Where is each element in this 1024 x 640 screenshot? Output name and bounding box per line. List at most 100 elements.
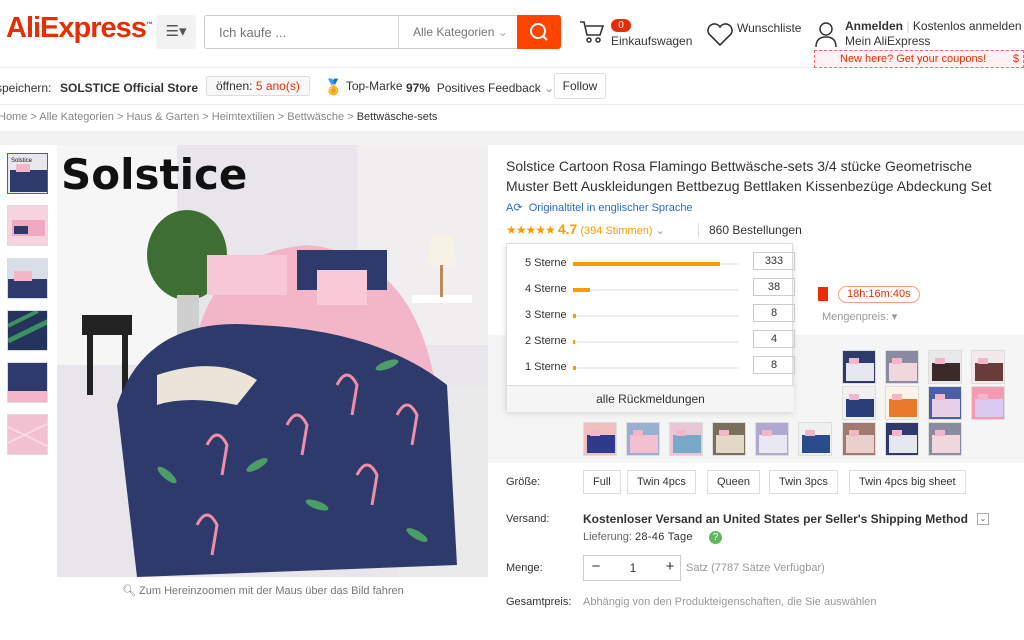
rating-row-5[interactable]: 5 Sterne 333 [507,251,795,277]
translate-icon: A⟳ [506,202,523,214]
star-rating-icon: ★★★★★ [506,223,556,237]
original-title-link[interactable]: A⟳ Originaltitel in englischer Sprache [506,201,693,214]
size-option-full[interactable]: Full [583,470,621,494]
wishlist-link[interactable]: Wunschliste [737,21,801,35]
color-swatch[interactable] [885,422,919,456]
breadcrumb-item-all-categories[interactable]: Alle Kategorien [39,111,114,123]
countdown-timer: 18h:16m:40s [838,286,920,303]
user-icon[interactable] [814,20,838,48]
rating-bar [573,314,739,318]
bulk-price-dropdown[interactable]: Mengenpreis: ▾ [822,310,897,323]
color-swatch[interactable] [712,422,746,456]
search-button[interactable] [517,15,561,49]
brand-watermark: Solstice [61,150,247,199]
color-swatch[interactable] [842,386,876,420]
rating-row-4[interactable]: 4 Sterne 38 [507,277,795,303]
color-swatch[interactable] [842,422,876,456]
rating-bar-fill [573,366,576,370]
thumbnail-5[interactable] [7,362,48,403]
breadcrumb-item-textiles[interactable]: Heimtextilien [212,111,275,123]
heart-icon[interactable] [706,22,734,48]
shipping-label: Versand: [506,513,550,525]
color-swatch[interactable] [971,386,1005,420]
promo-tag-icon [818,287,828,301]
rating-bar [573,288,739,292]
breadcrumb-item-home-garden[interactable]: Haus & Garten [126,111,199,123]
search-box: Alle Kategorien ⌄ [204,15,518,49]
quantity-increase-button[interactable]: + [658,556,682,580]
rating-bar [573,366,739,370]
color-swatch[interactable] [626,422,660,456]
rating-row-label: 1 Sterne [525,361,567,373]
rating-bar-fill [573,288,590,292]
rating-row-count: 4 [753,330,795,348]
rating-bar-fill [573,314,576,318]
chevron-down-icon[interactable]: ⌄ [977,513,989,525]
store-name-link[interactable]: SOLSTICE Official Store [60,81,198,95]
quantity-decrease-button[interactable]: − [584,556,608,580]
color-swatch[interactable] [928,422,962,456]
size-label: Größe: [506,476,541,488]
size-option-twin-4pcs[interactable]: Twin 4pcs [627,470,696,494]
shipping-method-link[interactable]: Kostenloser Versand an United States per… [583,512,968,526]
my-aliexpress-link[interactable]: Mein AliExpress [845,34,930,48]
size-option-twin-4pcs-big-sheet[interactable]: Twin 4pcs big sheet [849,470,966,494]
all-reviews-link[interactable]: alle Rückmeldungen [507,385,794,412]
thumbnail-6[interactable] [7,414,48,455]
color-swatch[interactable] [971,350,1005,384]
medal-icon: 🏅 [324,79,343,96]
rating-row-3[interactable]: 3 Sterne 8 [507,303,795,329]
cart-link[interactable]: Einkaufswagen [611,34,692,48]
rating-breakdown-popup: 5 Sterne 333 4 Sterne 38 3 Sterne 8 2 St… [506,243,795,412]
breadcrumb-current: Bettwäsche-sets [356,111,438,123]
color-swatch[interactable] [885,386,919,420]
breadcrumb-item-bedding[interactable]: Bettwäsche [287,111,344,123]
chevron-down-icon: ⌄ [655,225,665,237]
coupon-banner[interactable]: New here? Get your coupons! $ [814,50,1024,68]
follow-button[interactable]: Follow [554,73,606,99]
main-product-image[interactable]: Solstice [57,145,488,577]
rating-row-1[interactable]: 1 Sterne 8 [507,355,795,381]
category-menu-button[interactable]: ☰▾ [156,15,196,49]
rating-row-count: 8 [753,356,795,374]
color-swatch[interactable] [842,350,876,384]
rating-row-2[interactable]: 2 Sterne 4 [507,329,795,355]
total-price-note: Abhängig von den Produkteigenschaften, d… [583,596,877,608]
site-header: AliExpress™ ☰▾ Alle Kategorien ⌄ 0 Einka… [0,0,1024,68]
cart-icon[interactable] [578,18,606,46]
thumbnail-3[interactable] [7,258,48,299]
size-option-queen[interactable]: Queen [707,470,761,494]
color-swatch[interactable] [669,422,703,456]
rating-row-count: 38 [753,278,795,296]
order-count: 860 Bestellungen [698,223,802,237]
color-swatch[interactable] [928,386,962,420]
color-swatch[interactable] [798,422,832,456]
search-input[interactable] [205,16,398,48]
signin-link[interactable]: Anmelden [845,19,903,33]
color-swatch[interactable] [928,350,962,384]
store-feedback[interactable]: 97% Positives Feedback ⌄ [406,81,554,95]
thumbnail-1[interactable]: Solstice [7,153,48,194]
product-title: Solstice Cartoon Rosa Flamingo Bettwäsch… [506,158,992,194]
size-option-twin-3pcs[interactable]: Twin 3pcs [769,470,838,494]
category-select[interactable]: Alle Kategorien ⌄ [398,16,518,48]
rating-bar [573,262,739,266]
rating-summary[interactable]: ★★★★★ 4.7 (394 Stimmen) ⌄ [506,221,665,237]
store-save-label: speichern: [0,81,52,95]
color-swatch[interactable] [755,422,789,456]
color-swatch[interactable] [885,350,919,384]
thumbnail-4[interactable] [7,310,48,351]
section-divider [0,131,1024,145]
rating-bar [573,340,739,344]
quantity-input[interactable]: 1 [608,556,658,580]
aliexpress-logo[interactable]: AliExpress™ [6,12,153,45]
color-swatch[interactable] [583,422,617,456]
rating-row-label: 3 Sterne [525,309,567,321]
breadcrumb-item-home[interactable]: Home [0,111,27,123]
thumbnail-2[interactable] [7,205,48,246]
top-brand-badge: 🏅 Top-Marke [324,79,403,96]
availability-text: Satz (7787 Sätze Verfügbar) [686,562,825,574]
hamburger-icon: ☰▾ [165,23,187,40]
register-link[interactable]: Kostenlos anmelden [913,19,1022,33]
help-icon[interactable]: ? [709,531,722,544]
